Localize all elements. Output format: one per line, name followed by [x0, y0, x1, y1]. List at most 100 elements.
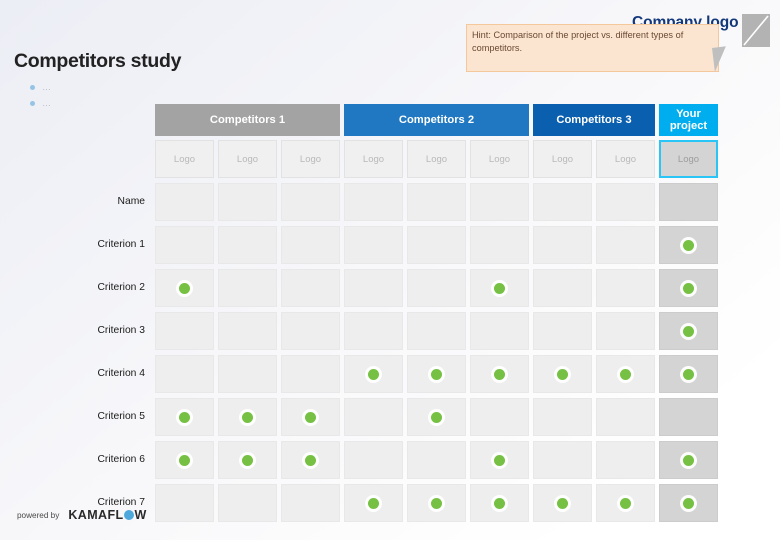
table-row: Criterion 7: [98, 484, 722, 522]
matrix-cell[interactable]: [218, 398, 277, 436]
matrix-cell[interactable]: [470, 312, 529, 350]
matrix-cell[interactable]: [470, 484, 529, 522]
matrix-logo-row: Logo Logo Logo Logo Logo Logo Logo Logo Logo: [155, 140, 722, 178]
matrix-cell[interactable]: [533, 441, 592, 479]
matrix-cell[interactable]: [470, 226, 529, 264]
matrix-cell[interactable]: [155, 398, 214, 436]
matrix-cell[interactable]: [155, 269, 214, 307]
matrix-cell[interactable]: [218, 226, 277, 264]
matrix-cell[interactable]: [533, 269, 592, 307]
matrix-cell[interactable]: [470, 441, 529, 479]
matrix-cell[interactable]: [344, 441, 403, 479]
table-row: Criterion 2: [98, 269, 722, 307]
matrix-cell[interactable]: [659, 269, 718, 307]
matrix-logo-cell[interactable]: Logo: [281, 140, 340, 178]
matrix-cell[interactable]: [407, 484, 466, 522]
matrix-cell[interactable]: [218, 269, 277, 307]
matrix-logo-cell[interactable]: Logo: [218, 140, 277, 178]
matrix-cell[interactable]: [218, 441, 277, 479]
matrix-cell[interactable]: [596, 398, 655, 436]
matrix-cell[interactable]: [596, 226, 655, 264]
matrix-cell[interactable]: [155, 183, 214, 221]
matrix-cell[interactable]: [596, 355, 655, 393]
matrix-cell[interactable]: [407, 398, 466, 436]
matrix-logo-cell[interactable]: Logo: [407, 140, 466, 178]
matrix-logo-cell[interactable]: Logo: [596, 140, 655, 178]
matrix-cell[interactable]: [218, 355, 277, 393]
matrix-cell[interactable]: [155, 355, 214, 393]
matrix-cell[interactable]: [659, 441, 718, 479]
matrix-cell[interactable]: [533, 226, 592, 264]
matrix-cell[interactable]: [407, 355, 466, 393]
footer: powered by KAMAFL W: [17, 508, 147, 522]
matrix-cell[interactable]: [659, 183, 718, 221]
matrix-group-header[interactable]: Your project: [659, 104, 718, 136]
matrix-cell[interactable]: [533, 312, 592, 350]
matrix-cell[interactable]: [596, 269, 655, 307]
matrix-cell[interactable]: [596, 312, 655, 350]
matrix-cell[interactable]: [407, 312, 466, 350]
matrix-cell[interactable]: [659, 355, 718, 393]
matrix-cell[interactable]: [344, 183, 403, 221]
green-dot-icon: [431, 368, 442, 380]
matrix-cell[interactable]: [218, 484, 277, 522]
matrix-cell[interactable]: [659, 226, 718, 264]
matrix-group-header[interactable]: Competitors 2: [344, 104, 529, 136]
kamaflow-logo: KAMAFL W: [68, 508, 146, 522]
green-dot-icon: [494, 282, 505, 294]
matrix-cell[interactable]: [344, 484, 403, 522]
matrix-group-header[interactable]: Competitors 1: [155, 104, 340, 136]
matrix-cell[interactable]: [470, 398, 529, 436]
matrix-cell[interactable]: [155, 312, 214, 350]
matrix-row-cells: [155, 226, 722, 264]
matrix-cell[interactable]: [407, 183, 466, 221]
matrix-cell[interactable]: [407, 269, 466, 307]
matrix-cell[interactable]: [533, 484, 592, 522]
matrix-logo-cell[interactable]: Logo: [659, 140, 718, 178]
matrix-cell[interactable]: [155, 484, 214, 522]
matrix-logo-cell[interactable]: Logo: [470, 140, 529, 178]
matrix-cell[interactable]: [281, 269, 340, 307]
matrix-cell[interactable]: [344, 269, 403, 307]
matrix-cell[interactable]: [344, 355, 403, 393]
matrix-cell[interactable]: [281, 312, 340, 350]
matrix-cell[interactable]: [281, 355, 340, 393]
matrix-logo-cell[interactable]: Logo: [533, 140, 592, 178]
matrix-cell[interactable]: [596, 484, 655, 522]
matrix-cell[interactable]: [155, 441, 214, 479]
matrix-cell[interactable]: [407, 226, 466, 264]
matrix-cell[interactable]: [281, 226, 340, 264]
matrix-cell[interactable]: [344, 226, 403, 264]
matrix-cell[interactable]: [659, 398, 718, 436]
matrix-cell[interactable]: [659, 484, 718, 522]
matrix-cell[interactable]: [533, 398, 592, 436]
matrix-row-cells: [155, 441, 722, 479]
matrix-cell[interactable]: [470, 269, 529, 307]
matrix-cell[interactable]: [281, 183, 340, 221]
matrix-cell[interactable]: [596, 441, 655, 479]
matrix-logo-cell[interactable]: Logo: [155, 140, 214, 178]
matrix-cell[interactable]: [659, 312, 718, 350]
matrix-cell[interactable]: [281, 441, 340, 479]
matrix-logo-cell[interactable]: Logo: [344, 140, 403, 178]
matrix-cell[interactable]: [470, 183, 529, 221]
matrix-row-label: Name: [117, 196, 145, 207]
matrix-cell[interactable]: [470, 355, 529, 393]
matrix-group-header[interactable]: Competitors 3: [533, 104, 655, 136]
matrix-cell[interactable]: [596, 183, 655, 221]
brand-text-last: W: [134, 508, 147, 522]
matrix-cell[interactable]: [155, 226, 214, 264]
matrix-cell[interactable]: [344, 398, 403, 436]
matrix-cell[interactable]: [344, 312, 403, 350]
matrix-cell[interactable]: [281, 484, 340, 522]
matrix-cell[interactable]: [281, 398, 340, 436]
green-dot-icon: [557, 368, 568, 380]
matrix-cell[interactable]: [533, 183, 592, 221]
green-dot-icon: [305, 411, 316, 423]
matrix-cell[interactable]: [407, 441, 466, 479]
matrix-cell[interactable]: [218, 183, 277, 221]
green-dot-icon: [557, 497, 568, 509]
matrix-group-header-row: Competitors 1 Competitors 2 Competitors 3 Y…: [155, 104, 722, 140]
matrix-cell[interactable]: [533, 355, 592, 393]
matrix-cell[interactable]: [218, 312, 277, 350]
